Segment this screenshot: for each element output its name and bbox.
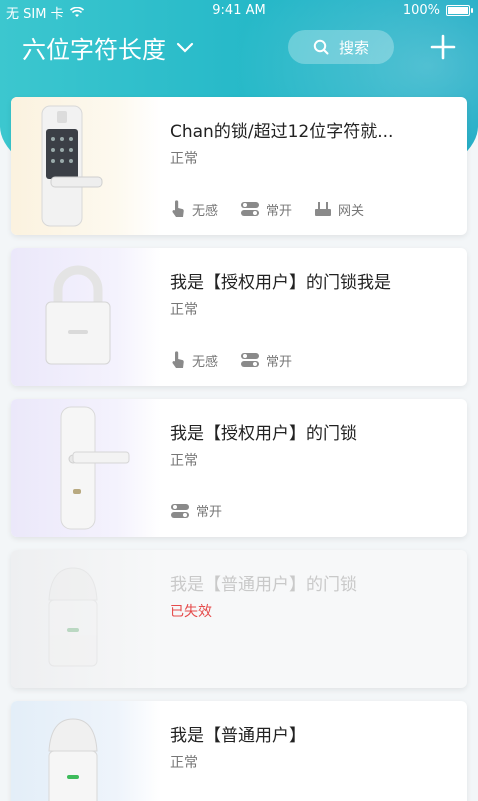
lock-card[interactable]: 我是【授权用户】的门锁我是 正常 无感 常开 <box>11 248 467 386</box>
top-bar: 六位字符长度 搜索 <box>0 28 478 68</box>
search-icon <box>313 39 329 55</box>
lock-status: 正常 <box>170 151 198 167</box>
page-title: 六位字符长度 <box>22 36 166 64</box>
feature-label: 网关 <box>338 203 365 219</box>
feature-touch: 无感 <box>170 350 218 370</box>
feature-touch: 无感 <box>170 199 218 219</box>
battery-icon <box>446 5 473 16</box>
feature-gateway: 网关 <box>314 199 364 219</box>
feature-label: 无感 <box>192 203 219 219</box>
cabinet-lock-icon <box>48 718 98 801</box>
lock-name: 我是【授权用户】的门锁我是 <box>170 273 391 293</box>
feature-always-open: 常开 <box>240 350 292 370</box>
home-selector[interactable]: 六位字符长度 <box>22 30 194 65</box>
feature-always-open: 常开 <box>240 199 292 219</box>
door-handle-lock-icon <box>41 105 103 227</box>
lock-card[interactable]: 我是【授权用户】的门锁 正常 常开 <box>11 399 467 537</box>
feature-label: 常开 <box>266 354 293 370</box>
lock-thumbnail <box>11 399 161 537</box>
toggle-icon <box>171 503 189 518</box>
search-button[interactable]: 搜索 <box>288 30 394 64</box>
touch-icon <box>172 351 184 368</box>
lock-thumbnail <box>11 550 161 688</box>
battery-percent: 100% <box>402 3 440 18</box>
lock-name: 我是【授权用户】的门锁 <box>170 424 357 444</box>
lock-thumbnail <box>11 248 161 386</box>
status-bar: 无 SIM 卡 9:41 AM 100% <box>0 0 478 22</box>
add-icon[interactable] <box>428 30 458 64</box>
lock-status: 正常 <box>170 302 198 318</box>
padlock-icon <box>45 265 111 365</box>
lock-card[interactable]: Chan的锁/超过12位字符就... 正常 无感 常开 网关 <box>11 97 467 235</box>
lock-name: 我是【普通用户】的门锁 <box>170 575 357 595</box>
lock-card[interactable]: 我是【普通用户】 正常 <box>11 701 467 801</box>
toggle-icon <box>241 353 260 367</box>
lock-thumbnail <box>11 97 161 235</box>
lock-status: 正常 <box>170 755 198 771</box>
feature-label: 无感 <box>192 354 219 370</box>
lock-name: Chan的锁/超过12位字符就... <box>170 122 394 142</box>
lock-thumbnail <box>11 701 161 801</box>
feature-label: 常开 <box>266 203 293 219</box>
lever-lock-icon <box>60 406 130 530</box>
search-label: 搜索 <box>338 38 369 57</box>
feature-label: 常开 <box>196 505 223 520</box>
gateway-icon <box>315 202 332 216</box>
touch-icon <box>172 200 184 217</box>
lock-card[interactable]: 我是【普通用户】的门锁 已失效 <box>11 550 467 688</box>
toggle-icon <box>241 202 260 216</box>
feature-always-open: 常开 <box>170 501 222 520</box>
lock-status: 正常 <box>170 453 198 469</box>
lock-status-invalid: 已失效 <box>170 604 212 620</box>
lock-name: 我是【普通用户】 <box>170 726 306 746</box>
chevron-down-icon <box>176 42 194 53</box>
cabinet-lock-icon <box>48 567 98 667</box>
